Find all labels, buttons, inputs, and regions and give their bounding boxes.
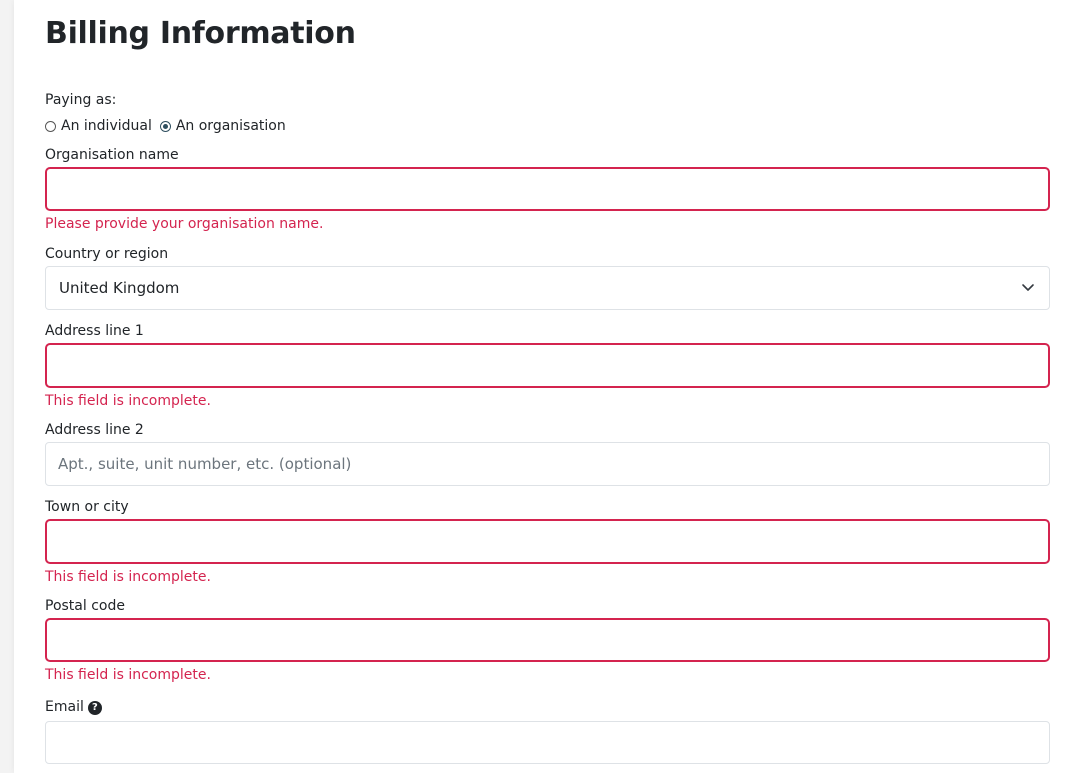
town-label: Town or city bbox=[45, 499, 129, 515]
question-circle-icon[interactable]: ? bbox=[87, 701, 102, 715]
country-selected-value: United Kingdom bbox=[59, 279, 180, 297]
organisation-name-input[interactable] bbox=[45, 167, 1050, 211]
radio-organisation-label[interactable]: An organisation bbox=[176, 117, 286, 135]
radio-individual-label[interactable]: An individual bbox=[61, 117, 152, 135]
address-line-1-input[interactable] bbox=[45, 343, 1050, 388]
organisation-name-label: Organisation name bbox=[45, 147, 179, 163]
postal-code-input[interactable] bbox=[45, 618, 1050, 662]
town-input[interactable] bbox=[45, 519, 1050, 564]
postal-code-label: Postal code bbox=[45, 598, 125, 614]
town-error: This field is incomplete. bbox=[45, 569, 211, 585]
chevron-down-icon bbox=[1022, 284, 1034, 291]
address-line-1-error: This field is incomplete. bbox=[45, 393, 211, 409]
country-select[interactable]: United Kingdom bbox=[45, 266, 1050, 310]
billing-card: Billing Information Paying as: An indivi… bbox=[14, 0, 1066, 773]
address-line-1-label: Address line 1 bbox=[45, 323, 144, 339]
paying-as-options: An individual An organisation bbox=[45, 117, 294, 135]
radio-individual[interactable] bbox=[45, 120, 56, 132]
postal-code-error: This field is incomplete. bbox=[45, 667, 211, 683]
page-title: Billing Information bbox=[45, 16, 356, 51]
address-line-2-input[interactable] bbox=[45, 442, 1050, 486]
radio-organisation[interactable] bbox=[159, 120, 171, 132]
email-label-row: Email? bbox=[45, 698, 102, 716]
address-line-2-label: Address line 2 bbox=[45, 422, 144, 438]
paying-as-label: Paying as: bbox=[45, 92, 117, 108]
organisation-name-error: Please provide your organisation name. bbox=[45, 216, 324, 232]
email-input[interactable] bbox=[45, 721, 1050, 764]
email-label: Email bbox=[45, 699, 84, 715]
country-label: Country or region bbox=[45, 246, 169, 262]
